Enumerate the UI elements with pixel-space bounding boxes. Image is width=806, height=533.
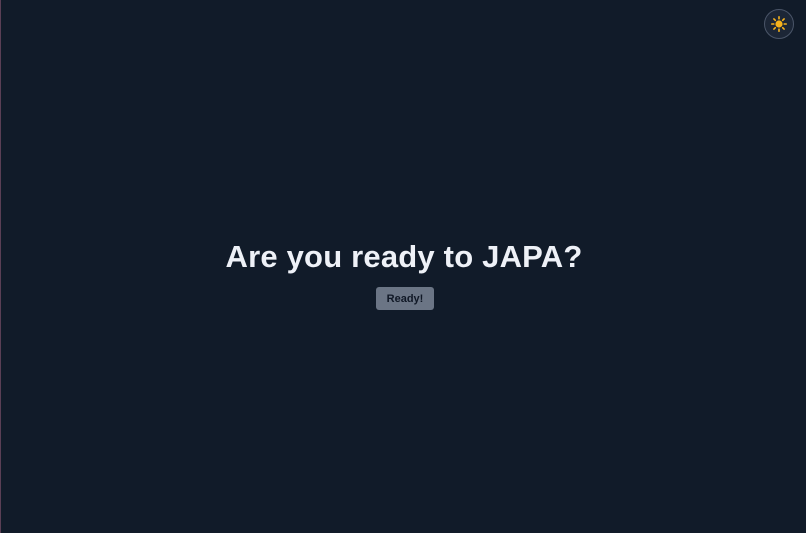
page-title: Are you ready to JAPA? xyxy=(225,239,583,274)
ready-button[interactable]: Ready! xyxy=(376,287,434,310)
sun-icon xyxy=(771,16,787,32)
hero-section: Are you ready to JAPA? xyxy=(1,238,806,276)
theme-toggle-button[interactable] xyxy=(764,9,794,39)
